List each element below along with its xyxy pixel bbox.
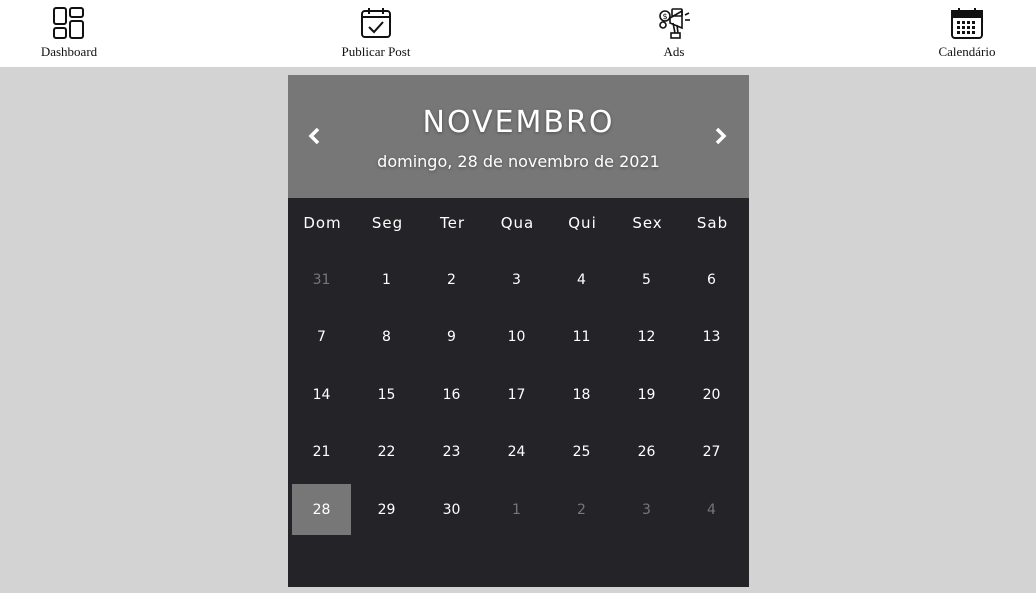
nav-label-dashboard: Dashboard xyxy=(40,44,98,59)
calendar-day-cell[interactable]: 16 xyxy=(422,369,481,420)
calendar-day-cell[interactable]: 22 xyxy=(357,426,416,477)
dashboard-grid-icon xyxy=(52,6,86,40)
calendar-day-cell[interactable]: 31 xyxy=(292,254,351,305)
calendar-day-cell[interactable]: 12 xyxy=(617,311,676,362)
calendar-day-cell[interactable]: 2 xyxy=(422,254,481,305)
calendar-day-cell[interactable]: 2 xyxy=(552,484,611,535)
calendar-day-cell[interactable]: 6 xyxy=(682,254,741,305)
calendar-day-cell[interactable]: 28 xyxy=(292,484,351,535)
calendar-day-cell[interactable]: 4 xyxy=(682,484,741,535)
calendar-day-cell[interactable]: 20 xyxy=(682,369,741,420)
calendar-day-cell[interactable]: 5 xyxy=(617,254,676,305)
nav-label-ads: Ads xyxy=(663,44,685,59)
calendar-day-cell[interactable]: 30 xyxy=(422,484,481,535)
calendar-day-cell[interactable]: 18 xyxy=(552,369,611,420)
nav-item-ads[interactable]: $ Ads xyxy=(655,6,693,60)
nav-item-dashboard[interactable]: Dashboard xyxy=(41,6,97,60)
calendar-day-cell[interactable]: 10 xyxy=(487,311,546,362)
calendar-day-cell[interactable]: 1 xyxy=(487,484,546,535)
calendar-day-cell[interactable]: 29 xyxy=(357,484,416,535)
calendar-day-cell[interactable]: 8 xyxy=(357,311,416,362)
calendar-day-cell[interactable]: 7 xyxy=(292,311,351,362)
calendar-day-cell[interactable]: 25 xyxy=(552,426,611,477)
calendar-day-cell[interactable]: 27 xyxy=(682,426,741,477)
calendar-day-cell[interactable]: 13 xyxy=(682,311,741,362)
top-navigation: Dashboard Publicar Post $ Ads Calendário xyxy=(0,0,1036,67)
calendar-day-cell[interactable]: 4 xyxy=(552,254,611,305)
calendar-day-cell[interactable]: 23 xyxy=(422,426,481,477)
calendar-day-cell[interactable]: 26 xyxy=(617,426,676,477)
calendar-day-cell[interactable]: 3 xyxy=(487,254,546,305)
megaphone-icon: $ xyxy=(656,6,692,40)
day-grid: 31 1 2 3 4 5 6 7 8 9 10 11 12 13 14 15 16 17 18 19 20 21 22 23 2… xyxy=(288,75,749,587)
calendar-icon xyxy=(950,6,984,40)
svg-text:$: $ xyxy=(663,12,668,21)
calendar-widget: NOVEMBRO domingo, 28 de novembro de 2021… xyxy=(288,75,749,587)
nav-label-calendario: Calendário xyxy=(938,44,996,59)
calendar-day-cell[interactable]: 19 xyxy=(617,369,676,420)
calendar-day-cell[interactable]: 3 xyxy=(617,484,676,535)
calendar-day-cell[interactable]: 11 xyxy=(552,311,611,362)
calendar-day-cell[interactable]: 24 xyxy=(487,426,546,477)
calendar-day-cell[interactable]: 1 xyxy=(357,254,416,305)
calendar-day-cell[interactable]: 14 xyxy=(292,369,351,420)
nav-item-calendario[interactable]: Calendário xyxy=(937,6,997,60)
calendar-day-cell[interactable]: 17 xyxy=(487,369,546,420)
nav-item-publicar-post[interactable]: Publicar Post xyxy=(340,6,412,60)
calendar-day-cell[interactable]: 9 xyxy=(422,311,481,362)
nav-label-publicar-post: Publicar Post xyxy=(341,44,411,59)
calendar-day-cell[interactable]: 21 xyxy=(292,426,351,477)
calendar-day-cell[interactable]: 15 xyxy=(357,369,416,420)
calendar-check-icon xyxy=(359,6,393,40)
